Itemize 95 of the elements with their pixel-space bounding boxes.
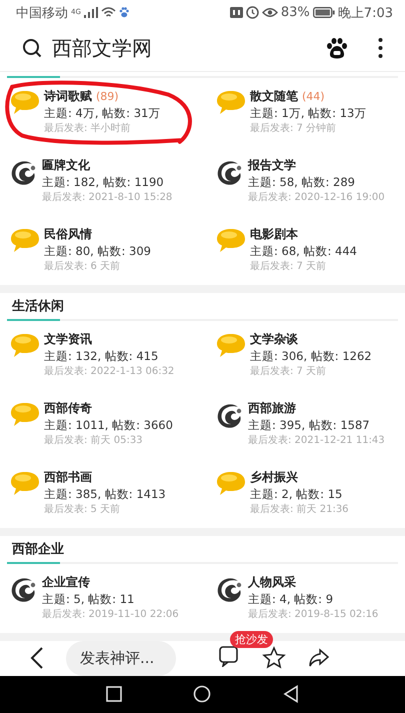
search-icon[interactable] (22, 38, 42, 58)
swirl-logo-icon (216, 576, 244, 604)
last-post-time: 最后发表: 2019-11-10 22:06 (42, 608, 179, 622)
forum-item[interactable]: 电影剧本 主题: 68, 帖数: 444 最后发表: 7 天前 (206, 216, 405, 285)
forum-stats: 主题: 4, 帖数: 9 (248, 590, 334, 607)
forum-item[interactable]: 西部旅游 主题: 395, 帖数: 1587 最后发表: 2021-12-21 11:43 (206, 390, 405, 459)
speech-bubble-icon (10, 332, 40, 359)
forum-name[interactable]: 西部书画 (44, 468, 92, 486)
signal-icon (84, 7, 98, 18)
paw-icon[interactable] (326, 37, 348, 60)
forum-name[interactable]: 乡村振兴 (250, 468, 298, 486)
forum-name[interactable]: 匾牌文化 (42, 156, 90, 174)
forum-item[interactable]: 企业宣传 主题: 5, 帖数: 11 最后发表: 2019-11-10 22:06 (0, 564, 206, 633)
speech-bubble-icon (10, 90, 40, 116)
last-post-time: 最后发表: 前天 05:33 (44, 434, 144, 448)
forum-item[interactable]: 西部传奇 主题: 1011, 帖数: 3660 最后发表: 前天 05:33 (0, 390, 206, 459)
eye-icon (262, 7, 278, 18)
forum-stats: 主题: 4万, 帖数: 31万 (44, 104, 160, 121)
last-post-time: 最后发表: 6 天前 (44, 260, 122, 274)
clock-time: 晚上7:03 (338, 4, 393, 22)
forum-stats: 主题: 395, 帖数: 1587 (248, 416, 371, 433)
forum-stats: 主题: 1万, 帖数: 13万 (250, 104, 366, 121)
speech-bubble-icon (216, 228, 246, 254)
forum-item[interactable]: 民俗风情 主题: 80, 帖数: 309 最后发表: 6 天前 (0, 216, 206, 285)
forum-stats: 主题: 1011, 帖数: 3660 (44, 416, 173, 433)
last-post-time: 最后发表: 7 天前 (250, 260, 328, 274)
section-title: 生活休闲 (10, 298, 65, 316)
forum-stats: 主题: 5, 帖数: 11 (42, 590, 136, 607)
forum-name[interactable]: 民俗风情 (44, 226, 92, 243)
home-icon[interactable] (193, 685, 212, 704)
last-post-time: 最后发表: 前天 21:36 (250, 502, 349, 517)
section-title: 西部企业 (11, 540, 65, 559)
comment-field[interactable]: 发表神评... (66, 640, 176, 676)
page-title: 西部文学网 (52, 34, 153, 62)
forum-stats: 主题: 385, 帖数: 1413 (44, 486, 166, 502)
wifi-icon (100, 7, 116, 18)
forum-item[interactable]: 西部书画 主题: 385, 帖数: 1413 最后发表: 5 天前 (0, 458, 206, 528)
last-post-time: 最后发表: 2020-12-16 19:00 (248, 190, 385, 205)
last-post-time: 最后发表: 2021-8-10 15:28 (42, 190, 172, 205)
forum-name[interactable]: 文学杂谈 (250, 330, 298, 348)
speech-bubble-icon (10, 470, 40, 497)
forum-stats: 主题: 132, 帖数: 415 (44, 348, 160, 364)
forum-name[interactable]: 散文随笔 (250, 88, 298, 105)
forum-name[interactable]: 人物风采 (248, 574, 296, 591)
swirl-logo-icon (216, 402, 244, 430)
speech-bubble-icon (216, 332, 246, 359)
forum-stats: 主题: 182, 帖数: 1190 (42, 174, 165, 190)
battery-icon (312, 7, 335, 18)
comment-badge: 抢沙发 (230, 631, 273, 648)
forum-item[interactable]: 匾牌文化 主题: 182, 帖数: 1190 最后发表: 2021-8-10 15:28 (0, 146, 206, 216)
new-post-count: (89) (96, 88, 119, 105)
back-icon[interactable] (30, 646, 44, 670)
carrier-name: 中国移动 (16, 4, 68, 22)
forum-stats: 主题: 80, 帖数: 309 (44, 242, 151, 259)
last-post-time: 最后发表: 2021-12-21 11:43 (248, 434, 385, 448)
forum-item[interactable]: 乡村振兴 主题: 2, 帖数: 15 最后发表: 前天 21:36 (206, 458, 405, 528)
forum-name[interactable]: 诗词歌赋 (44, 88, 92, 105)
last-post-time: 最后发表: 半小时前 (44, 122, 132, 136)
forum-item[interactable]: 散文随笔 (44) 主题: 1万, 帖数: 13万 最后发表: 7 分钟前 (206, 78, 405, 147)
forum-name[interactable]: 企业宣传 (42, 574, 90, 591)
forum-item[interactable]: 报告文学 主题: 58, 帖数: 289 最后发表: 2020-12-16 19:00 (206, 146, 405, 216)
swirl-logo-icon (10, 158, 38, 187)
comment-icon[interactable] (218, 645, 240, 668)
speech-bubble-icon (10, 228, 40, 254)
forum-stats: 主题: 306, 帖数: 1262 (250, 348, 372, 364)
star-icon[interactable] (262, 646, 286, 670)
recent-apps-icon[interactable] (106, 686, 122, 702)
speech-bubble-icon (216, 470, 246, 497)
last-post-time: 最后发表: 7 分钟前 (250, 122, 338, 136)
forum-stats: 主题: 58, 帖数: 289 (248, 174, 356, 190)
last-post-time: 最后发表: 2019-8-15 02:16 (248, 608, 378, 622)
more-icon[interactable] (378, 37, 383, 60)
last-post-time: 最后发表: 2022-1-13 06:32 (44, 364, 174, 379)
forum-name[interactable]: 西部传奇 (44, 400, 92, 417)
paw-icon (118, 7, 129, 18)
forum-stats: 主题: 68, 帖数: 444 (250, 242, 357, 259)
forum-item[interactable]: 文学杂谈 主题: 306, 帖数: 1262 最后发表: 7 天前 (206, 320, 405, 390)
forum-name[interactable]: 报告文学 (248, 156, 296, 174)
swirl-logo-icon (216, 158, 244, 187)
new-post-count: (44) (302, 88, 325, 105)
forum-item[interactable]: 人物风采 主题: 4, 帖数: 9 最后发表: 2019-8-15 02:16 (206, 564, 405, 633)
speech-bubble-icon (10, 402, 40, 428)
speech-bubble-icon (216, 90, 246, 116)
forum-stats: 主题: 2, 帖数: 15 (250, 486, 344, 502)
back-nav-icon[interactable] (283, 685, 300, 704)
last-post-time: 最后发表: 7 天前 (250, 364, 328, 379)
last-post-time: 最后发表: 5 天前 (44, 502, 122, 517)
clock-icon (246, 6, 259, 20)
battery-percent: 83% (280, 5, 310, 20)
forum-name[interactable]: 西部旅游 (248, 400, 296, 417)
forum-item[interactable]: 文学资讯 主题: 132, 帖数: 415 最后发表: 2022-1-13 06:32 (0, 320, 206, 390)
swirl-logo-icon (10, 576, 38, 604)
forum-name[interactable]: 电影剧本 (250, 226, 298, 243)
forum-name[interactable]: 文学资讯 (44, 330, 92, 348)
forum-item[interactable]: 诗词歌赋 (89) 主题: 4万, 帖数: 31万 最后发表: 半小时前 (0, 78, 206, 147)
